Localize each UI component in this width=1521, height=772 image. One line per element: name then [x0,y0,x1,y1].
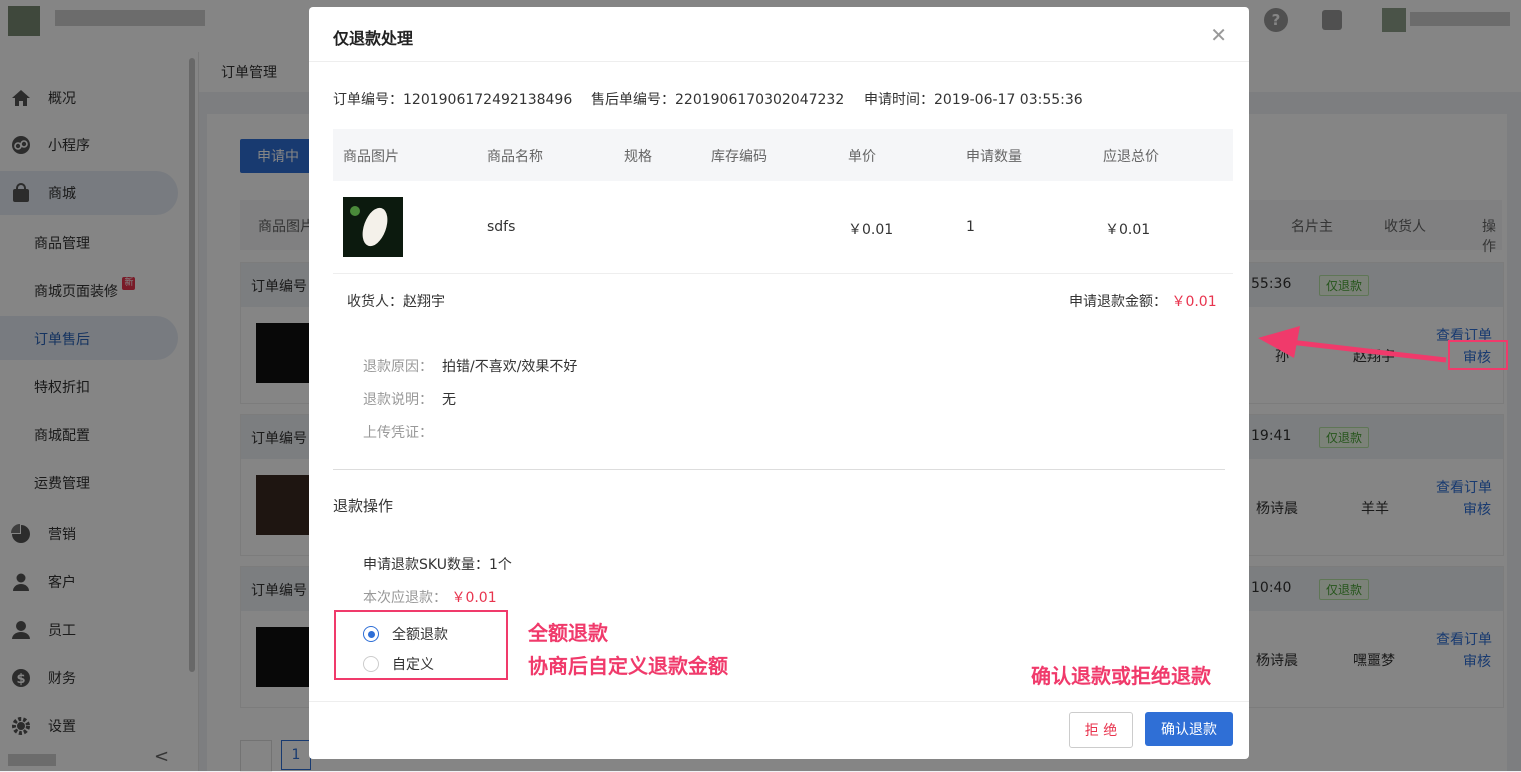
after-sale-number: 售后单编号：2201906170302047232 [591,92,845,108]
annotation-buttons: 确认退款或拒绝退款 [1031,664,1211,688]
radio-label: 全额退款 [392,627,448,643]
th-spec: 规格 [624,149,652,165]
footer-divider [309,701,1249,702]
th-image: 商品图片 [343,149,399,165]
close-icon[interactable]: ✕ [1210,23,1227,47]
annotation-arrow [1258,326,1447,363]
refund-amount-row: 申请退款金额： ￥0.01 [1069,291,1217,311]
receiver: 收货人：赵翔宇 [347,294,445,310]
order-number: 订单编号：1201906172492138496 [333,92,573,108]
product-image [343,197,403,257]
goods-table-header: 商品图片 商品名称 规格 库存编码 单价 申请数量 应退总价 [333,129,1233,181]
th-total: 应退总价 [1103,149,1159,165]
audit-highlight-box [1448,340,1508,370]
radio-unchecked-icon [363,656,379,672]
should-refund-amount: ￥0.01 [451,590,497,606]
should-refund-row: 本次应退款： ￥0.01 [363,587,497,607]
refund-amount: ￥0.01 [1171,294,1217,310]
sku-count: 申请退款SKU数量：1个 [363,557,512,573]
divider [333,469,1225,470]
dialog-header: 仅退款处理 ✕ [309,7,1249,62]
reason-value: 拍错/不喜欢/效果不好 [442,359,578,375]
refund-amount-label: 申请退款金额： [1069,294,1167,310]
annotation-full-refund: 全额退款 [528,621,608,645]
upload-label: 上传凭证： [363,425,433,441]
goods-row: sdfs ￥0.01 1 ￥0.01 [333,181,1233,274]
confirm-refund-button[interactable]: 确认退款 [1145,712,1233,746]
refund-dialog: 仅退款处理 ✕ 订单编号：1201906172492138496 售后单编号：2… [309,7,1249,759]
product-price: ￥0.01 [848,222,894,238]
radio-full-refund[interactable]: 全额退款 [363,624,448,644]
radio-label: 自定义 [392,657,434,673]
th-stock-code: 库存编码 [711,149,767,165]
th-qty: 申请数量 [966,149,1022,165]
dialog-title: 仅退款处理 [333,29,414,48]
th-name: 商品名称 [487,149,543,165]
apply-time: 申请时间：2019-06-17 03:55:36 [864,92,1083,108]
th-price: 单价 [848,149,876,165]
reject-button[interactable]: 拒 绝 [1069,712,1133,748]
desc-label: 退款说明： [363,392,433,408]
refund-op-title: 退款操作 [333,497,394,515]
product-name: sdfs [487,219,516,235]
product-total: ￥0.01 [1105,222,1151,238]
annotation-custom-refund: 协商后自定义退款金额 [528,654,728,678]
product-qty: 1 [966,219,975,235]
reason-label: 退款原因： [363,359,433,375]
desc-value: 无 [442,392,456,408]
radio-checked-icon [363,626,379,642]
radio-custom-refund[interactable]: 自定义 [363,654,434,674]
should-refund-label: 本次应退款： [363,590,447,606]
